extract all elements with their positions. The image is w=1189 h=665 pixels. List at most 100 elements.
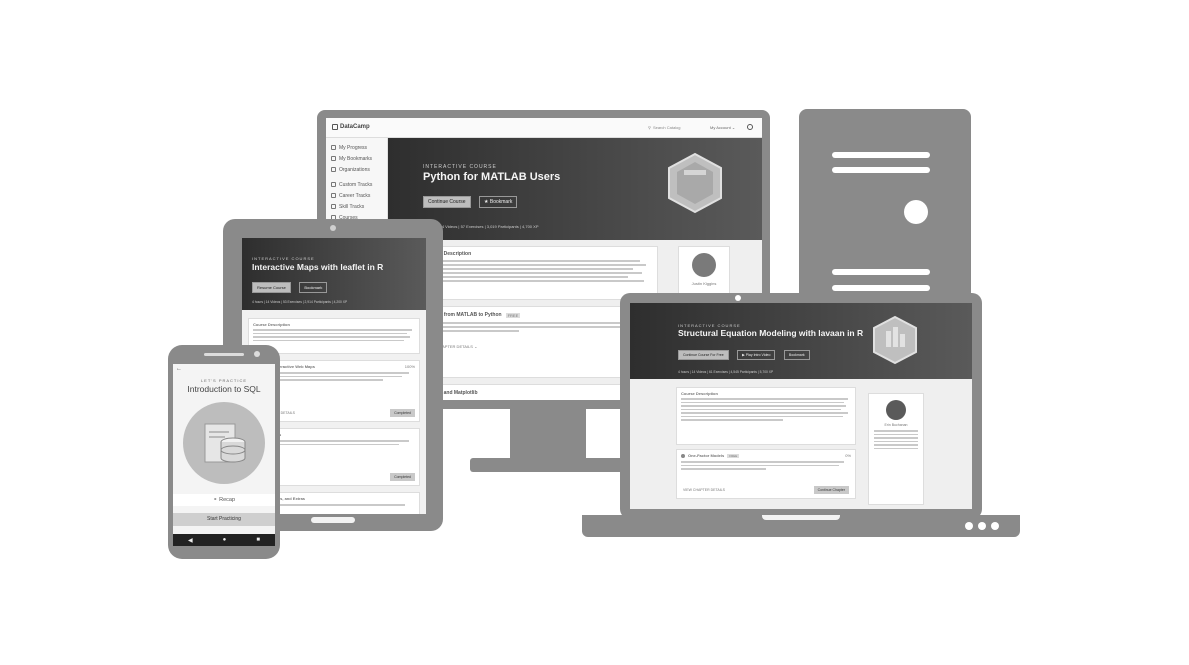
track-icon bbox=[331, 204, 336, 209]
sidebar-list: My Progress My Bookmarks Organizations Cust… bbox=[331, 142, 382, 223]
database-illustration-icon bbox=[183, 402, 265, 484]
monitor-stand-neck bbox=[510, 408, 586, 460]
start-practicing-button[interactable]: Start Practicing bbox=[173, 513, 275, 526]
description-heading: Course Description bbox=[681, 391, 718, 396]
laptop-screen: INTERACTIVE COURSE Structural Equation M… bbox=[630, 303, 972, 509]
description-heading: Course Description bbox=[253, 322, 290, 327]
course-badge-icon bbox=[668, 152, 722, 214]
chart-icon bbox=[331, 145, 336, 150]
drive-bay-2 bbox=[832, 167, 930, 173]
tablet-home-bar bbox=[311, 517, 355, 523]
recents-icon[interactable]: ■ bbox=[256, 537, 260, 543]
course-badge-icon bbox=[873, 315, 917, 365]
building-icon bbox=[331, 167, 336, 172]
track-icon bbox=[331, 193, 336, 198]
sidebar-item[interactable]: My Progress bbox=[331, 142, 382, 153]
back-icon[interactable]: ◀ bbox=[188, 537, 193, 544]
bookmark-icon bbox=[331, 156, 336, 161]
vent-2 bbox=[832, 285, 930, 291]
sidebar-item-label: Career Tracks bbox=[339, 192, 371, 199]
avatar bbox=[886, 400, 906, 420]
description-card: Course Description bbox=[418, 246, 658, 300]
monitor-stand-base bbox=[470, 458, 630, 472]
author-card: Erin Buchanan bbox=[868, 393, 924, 505]
drive-bay-1 bbox=[832, 152, 930, 158]
sidebar-item-label: Skill Tracks bbox=[339, 203, 365, 210]
play-video-button[interactable]: ▶ Play Intro Video bbox=[737, 350, 776, 360]
description-heading: Course Description bbox=[425, 251, 472, 257]
sidebar-item[interactable]: Organizations bbox=[331, 164, 382, 175]
track-icon bbox=[331, 182, 336, 187]
logo-text: DataCamp bbox=[340, 124, 370, 130]
resume-course-button[interactable]: Resume Course bbox=[252, 282, 291, 293]
phone-screen: ← LET'S PRACTICE Introduction to SQL ⚬ R… bbox=[173, 364, 275, 546]
search-input[interactable]: ⚲ Search Catalog bbox=[648, 125, 681, 130]
free-badge: FREE bbox=[505, 312, 521, 318]
course-title: Structural Equation Modeling with lavaan… bbox=[678, 328, 864, 338]
logo-icon bbox=[332, 124, 338, 130]
account-label: My Account bbox=[710, 125, 731, 130]
home-icon[interactable]: ● bbox=[223, 537, 227, 543]
practice-title: Introduction to SQL bbox=[187, 384, 261, 394]
sidebar-item[interactable]: Custom Tracks bbox=[331, 179, 382, 190]
android-nav-bar: ◀ ● ■ bbox=[173, 534, 275, 546]
indicator-light-1 bbox=[965, 522, 973, 530]
sidebar-item-label: Custom Tracks bbox=[339, 181, 373, 188]
bookmark-button[interactable]: Bookmark bbox=[299, 282, 328, 293]
recap-row[interactable]: ⚬ Recap bbox=[173, 494, 275, 506]
chevron-down-icon: ⌄ bbox=[731, 125, 736, 130]
continue-chapter-button[interactable]: Continue Chapter bbox=[813, 486, 849, 494]
course-title: Interactive Maps with leaflet in R bbox=[252, 262, 384, 272]
course-kicker: INTERACTIVE COURSE bbox=[423, 164, 497, 170]
hero-buttons: Resume Course Bookmark bbox=[252, 276, 331, 294]
bookmark-button[interactable]: Bookmark bbox=[783, 350, 810, 360]
vent-1 bbox=[832, 269, 930, 275]
account-menu[interactable]: My Account ⌄ bbox=[710, 125, 735, 130]
indicator-light-3 bbox=[991, 522, 999, 530]
author-name: Justin Kiggins bbox=[691, 281, 717, 286]
chapter-icon bbox=[681, 453, 685, 458]
continue-course-button[interactable]: Continue Course For Free bbox=[678, 350, 729, 360]
laptop-camera bbox=[735, 295, 741, 301]
power-button-icon bbox=[904, 200, 928, 224]
bookmark-label: Bookmark bbox=[489, 199, 513, 205]
chapter-progress: 0% bbox=[845, 453, 851, 458]
play-video-label: Play Intro Video bbox=[745, 353, 771, 357]
phone-speaker bbox=[204, 353, 244, 356]
recap-label: Recap bbox=[219, 497, 236, 503]
continue-course-button[interactable]: Continue Course bbox=[423, 196, 471, 208]
completed-button[interactable]: Completed bbox=[390, 409, 415, 417]
settings-icon[interactable] bbox=[747, 124, 753, 130]
hero-buttons: Continue Course ★ Bookmark bbox=[423, 190, 521, 208]
top-nav: DataCamp ⚲ Search Catalog My Account ⌄ bbox=[326, 118, 762, 138]
sidebar-item[interactable]: Skill Tracks bbox=[331, 201, 382, 212]
chapter-details-link[interactable]: VIEW CHAPTER DETAILS bbox=[683, 488, 725, 492]
phone-camera bbox=[254, 351, 260, 357]
logo[interactable]: DataCamp bbox=[332, 124, 370, 130]
bookmark-button[interactable]: ★ Bookmark bbox=[478, 196, 518, 208]
sidebar-item[interactable]: Career Tracks bbox=[331, 190, 382, 201]
chapter-progress: 100% bbox=[404, 364, 415, 369]
free-badge: FREE bbox=[727, 453, 740, 458]
avatar bbox=[692, 253, 716, 277]
course-stats: 4 hours | 14 Videos | 53 Exercises | 2,9… bbox=[252, 300, 348, 304]
laptop-hero: INTERACTIVE COURSE Structural Equation M… bbox=[630, 303, 972, 379]
back-arrow-icon[interactable]: ← bbox=[176, 366, 182, 372]
practice-kicker: LET'S PRACTICE bbox=[200, 378, 248, 383]
chapter-title: One-Factor Models bbox=[688, 453, 725, 458]
chapter-card-1: One-Factor Models FREE 0% VIEW CHAPTER D… bbox=[676, 449, 856, 499]
completed-button[interactable]: Completed bbox=[390, 473, 415, 481]
course-title: Python for MATLAB Users bbox=[423, 171, 561, 183]
description-card: Course Description bbox=[676, 387, 856, 445]
sidebar-item[interactable]: My Bookmarks bbox=[331, 153, 382, 164]
course-kicker: INTERACTIVE COURSE bbox=[252, 256, 315, 261]
search-placeholder: Search Catalog bbox=[652, 125, 681, 130]
sidebar-item-label: My Progress bbox=[339, 144, 368, 151]
trackpad-notch bbox=[762, 515, 840, 520]
course-hero: INTERACTIVE COURSE Python for MATLAB Use… bbox=[388, 138, 762, 240]
tablet-camera bbox=[330, 225, 336, 231]
hero-buttons: Continue Course For Free ▶ Play Intro Vi… bbox=[678, 343, 814, 361]
indicator-light-2 bbox=[978, 522, 986, 530]
course-content: Course Description Erin Buchanan One-Fac… bbox=[630, 379, 972, 509]
search-icon: ⚲ bbox=[648, 125, 651, 130]
